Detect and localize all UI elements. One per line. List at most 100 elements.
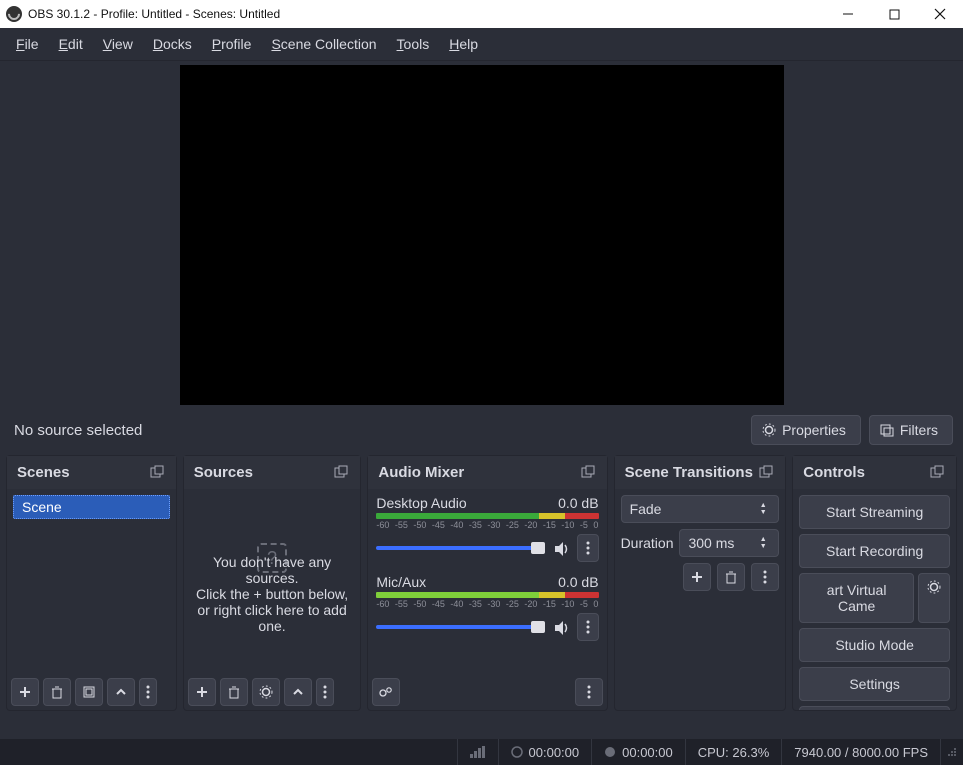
db-scale: -60-55-50-45-40-35-30-25-20-15-10-50 (376, 520, 598, 530)
preview-canvas[interactable] (180, 65, 784, 405)
mixer-header[interactable]: Audio Mixer (368, 456, 606, 489)
scene-filters-button[interactable] (75, 678, 103, 706)
mixer-settings-button[interactable] (372, 678, 400, 706)
speaker-icon[interactable] (553, 540, 569, 556)
start-recording-button[interactable]: Start Recording (799, 534, 950, 568)
remove-scene-button[interactable] (43, 678, 71, 706)
scenes-list[interactable]: Scene (7, 489, 176, 674)
menu-tools[interactable]: Tools (387, 32, 440, 56)
menu-edit[interactable]: Edit (49, 32, 93, 56)
menu-profile[interactable]: Profile (202, 32, 262, 56)
popout-icon[interactable] (150, 465, 166, 481)
transition-select[interactable]: Fade ▲▼ (621, 495, 780, 523)
remove-source-button[interactable] (220, 678, 248, 706)
menubar: File Edit View Docks Profile Scene Colle… (0, 28, 963, 61)
duration-label: Duration (621, 535, 674, 551)
statusbar: 00:00:00 00:00:00 CPU: 26.3% 7940.00 / 8… (0, 739, 963, 765)
sources-header[interactable]: Sources (184, 456, 361, 489)
preview-area (0, 61, 963, 409)
transitions-title: Scene Transitions (625, 464, 753, 481)
duration-value: 300 ms (688, 535, 734, 551)
transition-more-button[interactable] (751, 563, 779, 591)
scene-more-button[interactable] (139, 678, 157, 706)
close-button[interactable] (917, 0, 963, 28)
menu-view[interactable]: View (93, 32, 143, 56)
resize-grip[interactable] (940, 739, 963, 765)
add-scene-button[interactable] (11, 678, 39, 706)
controls-panel: Controls Start Streaming Start Recording… (792, 455, 957, 711)
start-streaming-button[interactable]: Start Streaming (799, 495, 950, 529)
chevron-up-icon (291, 685, 305, 699)
menu-help[interactable]: Help (439, 32, 488, 56)
popout-icon[interactable] (930, 465, 946, 481)
audio-mixer-panel: Audio Mixer Desktop Audio0.0 dB -60-55-5… (367, 455, 607, 711)
sources-panel: Sources ? You don't have any sources. Cl… (183, 455, 362, 711)
no-source-label: No source selected (10, 422, 142, 439)
virtual-camera-settings-button[interactable] (918, 573, 950, 623)
audio-track-desktop: Desktop Audio0.0 dB -60-55-50-45-40-35-3… (370, 493, 604, 572)
transitions-panel: Scene Transitions Fade ▲▼ Duration 300 m… (614, 455, 787, 711)
remove-transition-button[interactable] (717, 563, 745, 591)
kebab-icon (587, 685, 591, 699)
kebab-icon (586, 620, 590, 634)
sources-list[interactable]: ? You don't have any sources. Click the … (184, 489, 361, 674)
scene-item[interactable]: Scene (13, 495, 170, 519)
filters-button[interactable]: Filters (869, 415, 953, 445)
track-name: Desktop Audio (376, 495, 466, 511)
track-options-button[interactable] (577, 613, 599, 641)
settings-button[interactable]: Settings (799, 667, 950, 701)
duration-input[interactable]: 300 ms ▲▼ (679, 529, 779, 557)
studio-mode-button[interactable]: Studio Mode (799, 628, 950, 662)
virtual-camera-button[interactable]: art Virtual Came (799, 573, 914, 623)
network-indicator (457, 739, 498, 765)
menu-scene-collection[interactable]: Scene Collection (261, 32, 386, 56)
menu-file[interactable]: File (6, 32, 49, 56)
move-scene-up-button[interactable] (107, 678, 135, 706)
volume-slider[interactable] (376, 625, 544, 629)
minimize-button[interactable] (825, 0, 871, 28)
popout-icon[interactable] (759, 465, 775, 481)
record-icon (604, 746, 616, 758)
spinner-icon[interactable]: ▲▼ (756, 536, 770, 550)
transition-selected: Fade (630, 501, 662, 517)
dot-icon (511, 746, 523, 758)
popout-icon[interactable] (581, 465, 597, 481)
trash-icon (724, 570, 738, 584)
add-transition-button[interactable] (683, 563, 711, 591)
move-source-up-button[interactable] (284, 678, 312, 706)
popout-icon[interactable] (334, 465, 350, 481)
source-more-button[interactable] (316, 678, 334, 706)
filter-icon (82, 685, 96, 699)
transitions-header[interactable]: Scene Transitions (615, 456, 786, 489)
obs-logo-icon (6, 6, 22, 22)
scenes-panel: Scenes Scene (6, 455, 177, 711)
track-name: Mic/Aux (376, 574, 426, 590)
docks-row: Scenes Scene Sources ? You don't have an… (0, 455, 963, 717)
fps-counter: 7940.00 / 8000.00 FPS (781, 739, 940, 765)
speaker-icon[interactable] (553, 619, 569, 635)
volume-slider[interactable] (376, 546, 544, 550)
mixer-more-button[interactable] (575, 678, 603, 706)
gears-icon (378, 685, 394, 699)
audio-meter (376, 513, 598, 519)
scenes-header[interactable]: Scenes (7, 456, 176, 489)
db-scale: -60-55-50-45-40-35-30-25-20-15-10-50 (376, 599, 598, 609)
properties-button[interactable]: Properties (751, 415, 861, 445)
bars-icon (470, 746, 486, 758)
source-properties-button[interactable] (252, 678, 280, 706)
gear-icon (259, 685, 273, 699)
controls-header[interactable]: Controls (793, 456, 956, 489)
menu-docks[interactable]: Docks (143, 32, 202, 56)
exit-button[interactable]: Exit (799, 706, 950, 710)
plus-icon (18, 685, 32, 699)
gear-icon (762, 423, 776, 437)
gear-icon (927, 580, 941, 594)
add-source-button[interactable] (188, 678, 216, 706)
filters-label: Filters (900, 422, 938, 438)
select-spinner-icon: ▲▼ (756, 502, 770, 516)
track-db: 0.0 dB (558, 574, 598, 590)
track-options-button[interactable] (577, 534, 599, 562)
maximize-button[interactable] (871, 0, 917, 28)
properties-label: Properties (782, 422, 846, 438)
plus-icon (690, 570, 704, 584)
